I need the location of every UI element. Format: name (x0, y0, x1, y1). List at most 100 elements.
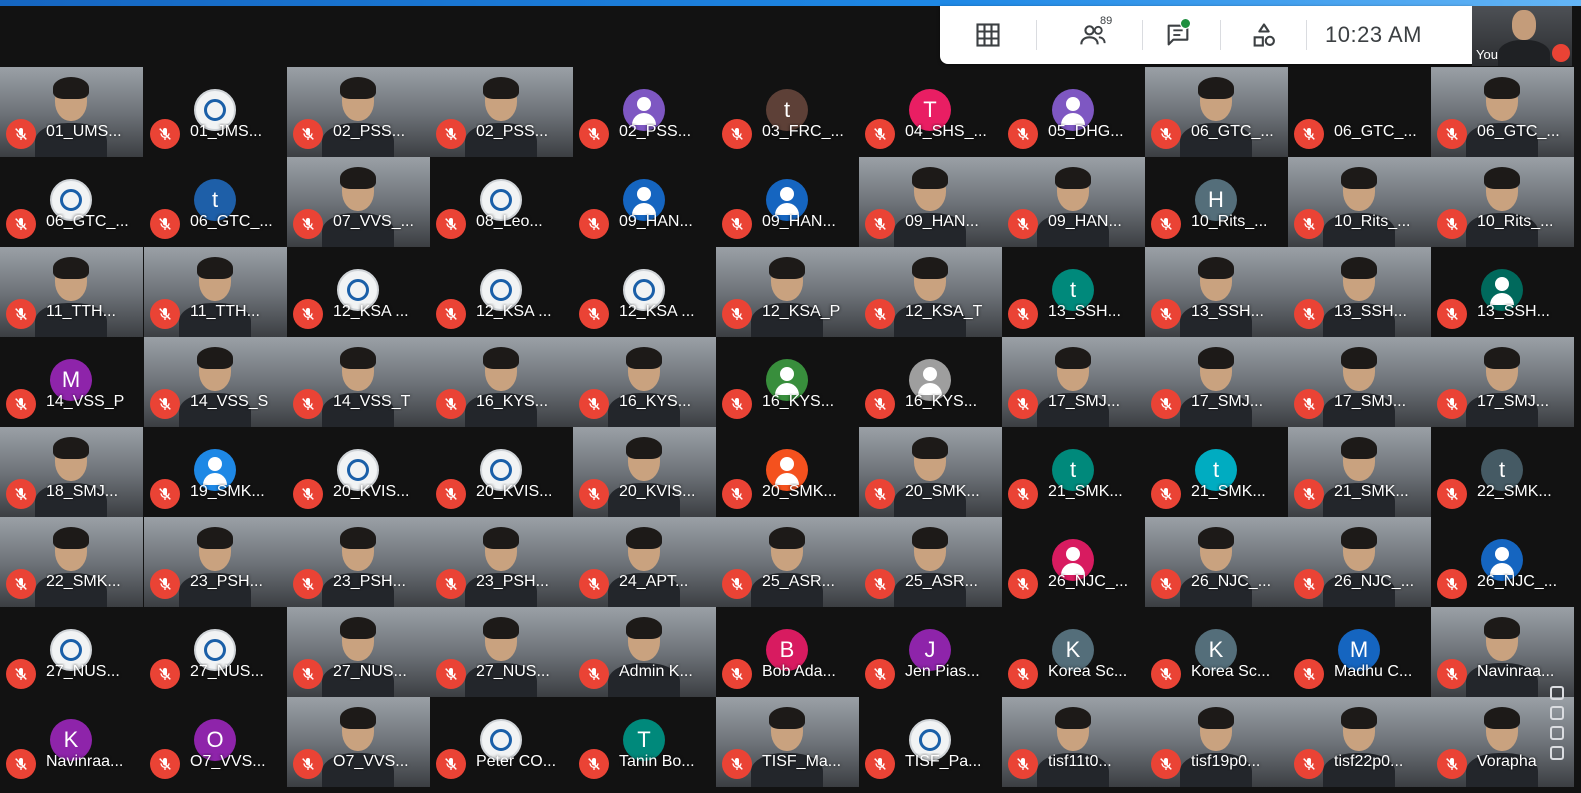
participant-tile[interactable]: t 13_SSH... (1002, 247, 1145, 337)
participant-tile[interactable]: O7_VVS... (287, 697, 430, 787)
participant-tile[interactable]: 02_PSS... (287, 67, 430, 157)
participant-tile[interactable]: 11_TTH... (0, 247, 143, 337)
participant-tile[interactable]: 25_ASR... (716, 517, 859, 607)
participant-tile[interactable]: 27_NUS... (0, 607, 143, 697)
participant-tile[interactable]: K Navinraa... (0, 697, 143, 787)
image-icon[interactable] (1550, 746, 1564, 760)
participant-tile[interactable]: 23_PSH... (430, 517, 573, 607)
participant-tile[interactable]: tisf11t0... (1002, 697, 1145, 787)
pin-icon[interactable] (1550, 686, 1564, 700)
participant-tile[interactable]: 13_SSH... (1145, 247, 1288, 337)
participant-tile[interactable]: 07_VVS_... (287, 157, 430, 247)
participant-tile[interactable]: 19_SMK... (144, 427, 287, 517)
participant-tile[interactable]: 06_GTC_... (1288, 67, 1431, 157)
participant-tile[interactable]: 25_ASR... (859, 517, 1002, 607)
participant-tile[interactable]: 20_KVIS... (287, 427, 430, 517)
participant-tile[interactable]: t 03_FRC_... (716, 67, 859, 157)
participant-tile[interactable]: 20_SMK... (716, 427, 859, 517)
participant-tile[interactable]: 16_KYS... (859, 337, 1002, 427)
participant-tile[interactable]: Peter CO... (430, 697, 573, 787)
participant-tile[interactable]: 16_KYS... (573, 337, 716, 427)
participant-tile[interactable]: t 22_SMK... (1431, 427, 1574, 517)
participant-tile[interactable]: 26_NJC_... (1288, 517, 1431, 607)
participant-tile[interactable]: 12_KSA_P (716, 247, 859, 337)
participant-tile[interactable]: 27_NUS... (144, 607, 287, 697)
participant-tile[interactable]: 06_GTC_... (0, 157, 143, 247)
meeting-controls: 89 10:23 AM (940, 6, 1472, 64)
participant-tile[interactable]: T Tanin Bo... (573, 697, 716, 787)
participant-tile[interactable]: t 21_SMK... (1002, 427, 1145, 517)
participant-tile[interactable]: t 06_GTC_... (144, 157, 287, 247)
participant-tile[interactable]: 16_KYS... (430, 337, 573, 427)
participant-tile[interactable]: tisf19p0... (1145, 697, 1288, 787)
participant-tile[interactable]: 06_GTC_... (1431, 67, 1574, 157)
participant-tile[interactable]: 02_PSS... (573, 67, 716, 157)
participant-tile[interactable]: 27_NUS... (287, 607, 430, 697)
participant-tile[interactable]: B Bob Ada... (716, 607, 859, 697)
participant-tile[interactable]: 09_HAN... (573, 157, 716, 247)
participant-tile[interactable]: 26_NJC_... (1002, 517, 1145, 607)
participant-tile[interactable]: 27_NUS... (430, 607, 573, 697)
participant-tile[interactable]: 13_SSH... (1431, 247, 1574, 337)
layout-button[interactable] (960, 6, 1016, 64)
participant-tile[interactable]: 20_KVIS... (430, 427, 573, 517)
participant-tile[interactable]: K Korea Sc... (1002, 607, 1145, 697)
participant-tile[interactable]: 10_Rits_... (1431, 157, 1574, 247)
activities-button[interactable] (1236, 6, 1292, 64)
participant-tile[interactable]: 12_KSA ... (573, 247, 716, 337)
participant-tile[interactable]: 08_Leo... (430, 157, 573, 247)
participant-tile[interactable]: TISF_Pa... (859, 697, 1002, 787)
participant-tile[interactable]: t 21_SMK... (1145, 427, 1288, 517)
participant-tile[interactable]: 14_VSS_S (144, 337, 287, 427)
participant-tile[interactable]: 17_SMJ... (1288, 337, 1431, 427)
participant-tile[interactable]: M Madhu C... (1288, 607, 1431, 697)
participant-tile[interactable]: 20_SMK... (859, 427, 1002, 517)
participant-tile[interactable]: 12_KSA ... (287, 247, 430, 337)
participant-tile[interactable]: 23_PSH... (287, 517, 430, 607)
participant-tile[interactable]: 18_SMJ... (0, 427, 143, 517)
participant-tile[interactable]: 01_UMS... (0, 67, 143, 157)
chat-button[interactable] (1150, 6, 1206, 64)
video-figure (1055, 707, 1091, 729)
participant-tile[interactable]: J Jen Pias... (859, 607, 1002, 697)
participant-tile[interactable]: 12_KSA ... (430, 247, 573, 337)
participant-name: tisf11t0... (1048, 753, 1112, 770)
participant-tile[interactable]: TISF_Ma... (716, 697, 859, 787)
participant-tile[interactable]: 06_GTC_... (1145, 67, 1288, 157)
participant-tile[interactable]: 02_PSS... (430, 67, 573, 157)
participant-tile[interactable]: 11_TTH... (144, 247, 287, 337)
participant-tile[interactable]: 16_KYS... (716, 337, 859, 427)
participant-tile[interactable]: 26_NJC_... (1431, 517, 1574, 607)
participant-tile[interactable]: 17_SMJ... (1431, 337, 1574, 427)
participant-tile[interactable]: 20_KVIS... (573, 427, 716, 517)
participant-tile[interactable]: Admin K... (573, 607, 716, 697)
participant-tile[interactable]: 22_SMK... (0, 517, 143, 607)
participant-tile[interactable]: H 10_Rits_... (1145, 157, 1288, 247)
participant-tile[interactable]: K Korea Sc... (1145, 607, 1288, 697)
participant-tile[interactable]: 10_Rits_... (1288, 157, 1431, 247)
participant-tile[interactable]: M 14_VSS_P (0, 337, 143, 427)
participant-tile[interactable]: 12_KSA_T (859, 247, 1002, 337)
participants-button[interactable]: 89 (1058, 6, 1128, 64)
camera-icon[interactable] (1550, 706, 1564, 720)
participant-tile[interactable]: 09_HAN... (716, 157, 859, 247)
participant-tile[interactable]: 14_VSS_T (287, 337, 430, 427)
participant-tile[interactable]: 17_SMJ... (1145, 337, 1288, 427)
participant-tile[interactable]: 09_HAN... (1002, 157, 1145, 247)
participant-tile[interactable]: tisf22p0... (1288, 697, 1431, 787)
participant-name: 26_NJC_... (1477, 573, 1558, 590)
participant-tile[interactable]: 01_JMS... (144, 67, 287, 157)
participant-tile[interactable]: 24_APT... (573, 517, 716, 607)
participant-tile[interactable]: 09_HAN... (859, 157, 1002, 247)
participant-tile[interactable]: 21_SMK... (1288, 427, 1431, 517)
video-icon[interactable] (1550, 726, 1564, 740)
participant-tile[interactable]: O O7_VVS... (144, 697, 287, 787)
participant-tile[interactable]: 17_SMJ... (1002, 337, 1145, 427)
self-view[interactable]: You (1472, 6, 1572, 66)
mic-off-badge (150, 749, 180, 779)
participant-tile[interactable]: 26_NJC_... (1145, 517, 1288, 607)
participant-tile[interactable]: 13_SSH... (1288, 247, 1431, 337)
participant-tile[interactable]: T 04_SHS_... (859, 67, 1002, 157)
participant-tile[interactable]: 23_PSH... (144, 517, 287, 607)
participant-tile[interactable]: 05_DHG... (1002, 67, 1145, 157)
